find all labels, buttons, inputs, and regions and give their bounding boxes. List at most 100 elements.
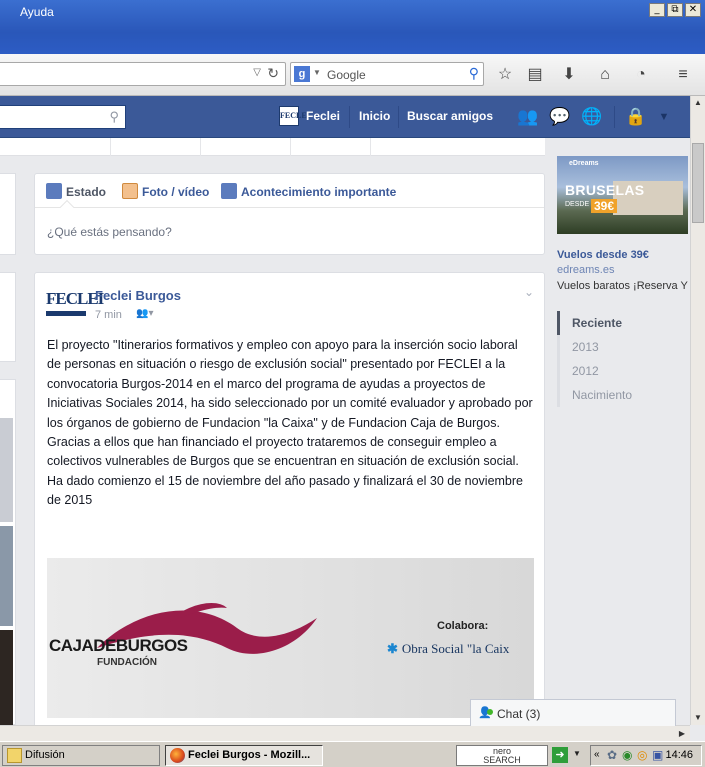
dropdown-icon[interactable]: ▼: [573, 749, 581, 758]
find-friends-link[interactable]: Buscar amigos: [407, 109, 493, 123]
ad-price: 39€: [591, 199, 618, 213]
bookmark-star-icon[interactable]: ☆: [494, 64, 516, 86]
chevron-down-icon[interactable]: ⌄: [524, 285, 534, 299]
composer-tabs: Estado Foto / vídeo Acontecimiento impor…: [35, 174, 544, 208]
cajaburgos-logo-text: CAJADEBURGOS: [49, 636, 188, 655]
go-arrow-icon[interactable]: ➜: [552, 747, 568, 763]
tray-update-icon[interactable]: ◎: [637, 748, 647, 762]
post-photo[interactable]: CAJADEBURGOS FUNDACIÓN Colabora: ✱ Obra S…: [47, 558, 534, 718]
profile-link[interactable]: Feclei: [306, 109, 340, 123]
task-label: Difusión: [25, 749, 65, 761]
post-author[interactable]: Feclei Burgos: [95, 288, 181, 303]
audience-icon[interactable]: 👥▾: [136, 308, 153, 319]
fundacion-text: FUNDACIÓN: [97, 657, 157, 668]
minimize-button[interactable]: _: [649, 3, 665, 17]
colabora-text: Colabora:: [437, 620, 489, 632]
history-icon[interactable]: ◔: [630, 64, 652, 86]
search-bar[interactable]: g ▼ Google ⚲: [290, 62, 484, 86]
scroll-thumb[interactable]: [692, 143, 704, 223]
notifications-globe-icon[interactable]: 🌐: [580, 105, 604, 129]
downloads-icon[interactable]: ⬇: [558, 64, 580, 86]
folder-icon: [7, 748, 22, 763]
taskbar: Difusión Feclei Burgos - Mozill... nero …: [0, 741, 705, 767]
ad-image[interactable]: eDreams BRUSELAS DESDE 39€: [557, 156, 688, 234]
restore-button[interactable]: ⧉: [667, 3, 683, 17]
divider: [370, 138, 371, 156]
home-icon[interactable]: ⌂: [594, 64, 616, 86]
post-paragraph: Ha dado comienzo el 15 de noviembre del …: [47, 473, 523, 508]
window-titlebar: Ayuda _ ⧉ ✕: [0, 0, 705, 54]
task-difusion[interactable]: Difusión: [2, 745, 160, 766]
scroll-down-icon[interactable]: ▼: [691, 712, 705, 724]
left-card: [0, 173, 16, 255]
tray-settings-icon[interactable]: ✿: [607, 748, 617, 762]
tray-antivirus-icon[interactable]: ◉: [622, 748, 632, 762]
facebook-topbar: ⚲ FECLEI Feclei Inicio Buscar amigos 👥 💬…: [0, 96, 690, 138]
account-menu-icon[interactable]: ▼: [652, 105, 676, 129]
ad-description: Vuelos baratos ¡Reserva Y: [557, 280, 688, 292]
home-link[interactable]: Inicio: [359, 109, 390, 123]
clock: 14:46: [665, 749, 693, 761]
window-controls: _ ⧉ ✕: [649, 3, 701, 17]
photo-thumbnail[interactable]: [0, 630, 13, 726]
pencil-icon: [46, 183, 62, 199]
obra-social-label: Obra Social "la Caix: [401, 641, 510, 656]
url-bar[interactable]: ▽ ↻: [0, 62, 286, 86]
system-tray: « ✿ ◉ ◎ ▣ 14:46: [590, 745, 702, 766]
scroll-right-icon[interactable]: ▶: [675, 727, 689, 741]
timeline-item-2013[interactable]: 2013: [557, 335, 687, 359]
reload-icon[interactable]: ↻: [267, 65, 279, 82]
close-button[interactable]: ✕: [685, 3, 701, 17]
tab-photo-video[interactable]: Foto / vídeo: [142, 185, 209, 199]
feed-post: FECLEI Feclei Burgos 7 min 👥▾ ⌄ El proye…: [34, 272, 545, 732]
tray-expand-icon[interactable]: «: [594, 749, 600, 760]
post-paragraph: El proyecto "Itinerarios formativos y em…: [47, 338, 533, 430]
search-placeholder: Google: [327, 68, 366, 82]
post-timestamp[interactable]: 7 min: [95, 309, 122, 321]
horizontal-scrollbar[interactable]: ▶: [0, 725, 690, 741]
scroll-up-icon[interactable]: ▲: [691, 97, 705, 109]
photo-thumbnail[interactable]: [0, 526, 13, 626]
author-avatar[interactable]: FECLEI: [46, 285, 104, 325]
ad-desde: DESDE: [565, 201, 590, 208]
status-composer: Estado Foto / vídeo Acontecimiento impor…: [34, 173, 545, 255]
search-icon[interactable]: ⚲: [469, 65, 479, 82]
facebook-search-input[interactable]: ⚲: [0, 105, 126, 129]
google-engine-icon[interactable]: g: [294, 66, 310, 82]
flag-icon: [221, 183, 237, 199]
nero-search-label: SEARCH: [483, 755, 521, 765]
menu-help[interactable]: Ayuda: [20, 5, 54, 19]
tab-status[interactable]: Estado: [66, 185, 106, 199]
vertical-scrollbar[interactable]: ▲ ▼: [690, 96, 705, 725]
tray-network-icon[interactable]: ▣: [652, 748, 663, 762]
tab-life-event[interactable]: Acontecimiento importante: [241, 185, 396, 199]
chat-tab[interactable]: 👤 Chat (3): [470, 699, 676, 726]
friend-requests-icon[interactable]: 👥: [516, 105, 540, 129]
ad-title[interactable]: Vuelos desde 39€: [557, 249, 649, 261]
timeline-item-recent[interactable]: Reciente: [557, 311, 687, 335]
photo-thumbnail[interactable]: [0, 418, 13, 522]
divider: [614, 106, 615, 128]
timeline-item-birth[interactable]: Nacimiento: [557, 383, 687, 407]
bookmarks-list-icon[interactable]: ▤: [524, 64, 546, 86]
divider: [290, 138, 291, 156]
search-icon[interactable]: ⚲: [109, 109, 119, 125]
url-dropdown-icon[interactable]: ▽: [253, 67, 261, 78]
page-avatar[interactable]: FECLEI: [279, 106, 310, 126]
messages-icon[interactable]: 💬: [548, 105, 572, 129]
timeline-nav: Reciente 2013 2012 Nacimiento: [557, 311, 687, 407]
privacy-lock-icon[interactable]: 🔒: [624, 105, 648, 129]
photo-icon: [122, 183, 138, 199]
caixa-star-icon: ✱: [387, 641, 398, 656]
ad-url[interactable]: edreams.es: [557, 264, 614, 276]
divider: [398, 106, 399, 128]
engine-dropdown-icon[interactable]: ▼: [313, 68, 321, 77]
nero-search-box[interactable]: nero SEARCH: [456, 745, 548, 766]
task-firefox[interactable]: Feclei Burgos - Mozill...: [165, 745, 323, 766]
timeline-item-2012[interactable]: 2012: [557, 359, 687, 383]
menu-icon[interactable]: ≡: [672, 64, 694, 86]
firefox-icon: [170, 748, 185, 763]
divider: [110, 138, 111, 156]
composer-input[interactable]: ¿Qué estás pensando?: [47, 225, 172, 239]
online-indicator: [487, 709, 493, 715]
